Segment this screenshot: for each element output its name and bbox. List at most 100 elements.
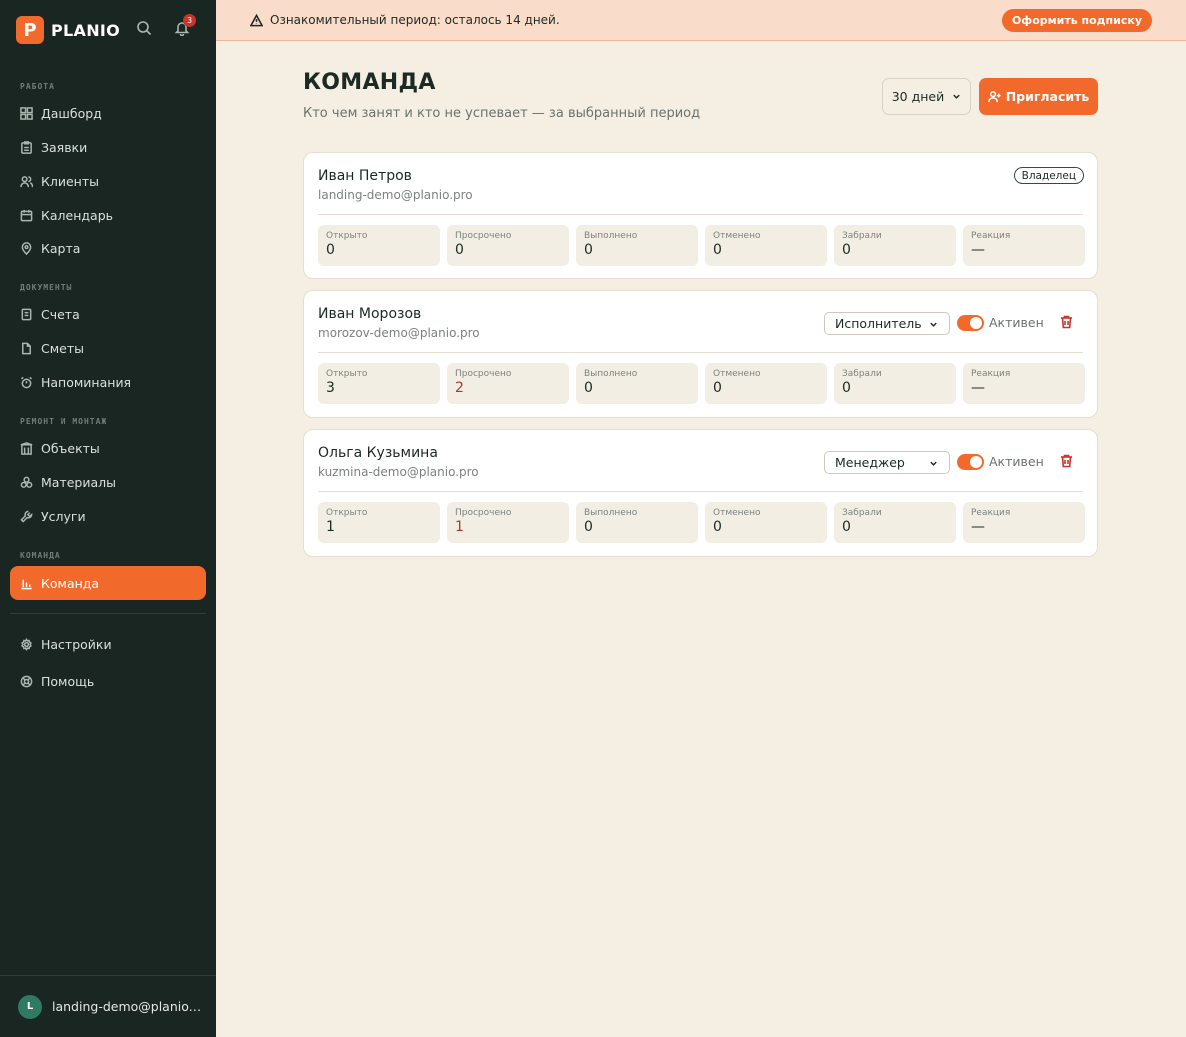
sidebar-item-objects[interactable]: Объекты [10, 432, 206, 464]
sidebar-item-dashboard[interactable]: Дашборд [10, 97, 206, 129]
card-divider [318, 214, 1083, 215]
sidebar-item-label: Клиенты [41, 173, 100, 189]
dashboard-icon [20, 106, 33, 120]
notifications-button[interactable]: 3 [172, 14, 196, 38]
card-divider [318, 352, 1083, 353]
sidebar-item-label: Заявки [41, 139, 88, 155]
clipboard-icon [21, 140, 32, 154]
sidebar: P PLANIO 3 РАБОТА Дашборд Заявки Клиенты… [0, 0, 216, 1037]
building-icon [20, 441, 33, 455]
sidebar-item-settings[interactable]: Настройки [10, 628, 206, 660]
member-email: morozov-demo@planio.pro [318, 326, 480, 340]
sidebar-item-label: Календарь [41, 207, 113, 223]
sidebar-item-label: Материалы [41, 474, 116, 490]
member-card: Ольга Кузьмина kuzmina-demo@planio.pro М… [303, 429, 1098, 557]
stat-taken: Забрали 0 [834, 363, 956, 404]
section-label-repair: РЕМОНТ И МОНТАЖ [20, 417, 108, 426]
stat-label: Реакция [971, 508, 1011, 518]
stat-value: 0 [842, 242, 851, 258]
boxes-icon [20, 476, 33, 488]
brand[interactable]: P PLANIO [16, 16, 120, 44]
invite-button[interactable]: Пригласить [979, 78, 1098, 115]
warning-icon [250, 13, 263, 26]
stat-label: Забрали [842, 508, 882, 518]
notification-count-badge: 3 [183, 14, 196, 27]
stat-done: Выполнено 0 [576, 225, 698, 266]
sidebar-item-requests[interactable]: Заявки [10, 131, 206, 163]
sidebar-item-team[interactable]: Команда [10, 566, 206, 600]
active-toggle[interactable] [957, 454, 984, 470]
stat-label: Реакция [971, 369, 1011, 379]
period-select-value: 30 дней [891, 89, 945, 104]
stat-value: 2 [455, 380, 464, 396]
member-stats: Открыто 1 Просрочено 1 Выполнено 0 Отменено… [318, 502, 1085, 543]
user-profile[interactable]: L landing-demo@planio.pro [0, 975, 216, 1037]
stat-label: Забрали [842, 369, 882, 379]
trial-banner: Ознакомительный период: осталось 14 дней… [216, 0, 1186, 41]
sidebar-item-help[interactable]: Помощь [10, 665, 206, 697]
sidebar-item-reminders[interactable]: Напоминания [10, 366, 206, 398]
stat-value: — [971, 380, 985, 396]
sidebar-item-calendar[interactable]: Календарь [10, 199, 206, 231]
stat-done: Выполнено 0 [576, 502, 698, 543]
stat-value: — [971, 519, 985, 535]
member-name: Иван Петров [318, 168, 412, 184]
stat-value: 0 [713, 519, 722, 535]
brand-name: PLANIO [51, 20, 121, 40]
sidebar-item-invoices[interactable]: Счета [10, 298, 206, 330]
stat-value: 0 [584, 380, 593, 396]
sidebar-item-label: Команда [41, 575, 100, 591]
card-divider [318, 491, 1083, 492]
sidebar-item-services[interactable]: Услуги [10, 500, 206, 532]
active-toggle[interactable] [957, 315, 984, 331]
sidebar-item-label: Услуги [41, 508, 86, 524]
sidebar-item-map[interactable]: Карта [10, 232, 206, 264]
stat-taken: Забрали 0 [834, 225, 956, 266]
invoice-icon [21, 308, 32, 320]
stat-label: Выполнено [584, 231, 638, 241]
sidebar-item-label: Настройки [41, 636, 112, 652]
role-select-value: Исполнитель [835, 316, 922, 331]
alarm-icon [20, 376, 33, 388]
chevron-down-icon [930, 322, 937, 327]
section-label-documents: ДОКУМЕНТЫ [20, 283, 73, 292]
member-stats: Открыто 0 Просрочено 0 Выполнено 0 Отменено… [318, 225, 1085, 266]
delete-member-button[interactable] [1059, 314, 1073, 330]
period-select[interactable]: 30 дней [882, 78, 971, 115]
stat-open: Открыто 0 [318, 225, 440, 266]
member-name: Ольга Кузьмина [318, 445, 438, 461]
sidebar-item-label: Сметы [41, 340, 84, 356]
role-select[interactable]: Менеджер [824, 451, 950, 474]
stat-value: 0 [455, 242, 464, 258]
stat-label: Открыто [326, 369, 368, 379]
map-pin-icon [21, 241, 32, 255]
sidebar-item-materials[interactable]: Материалы [10, 466, 206, 498]
role-select[interactable]: Исполнитель [824, 312, 950, 335]
trash-icon [1060, 454, 1072, 468]
stat-value: 3 [326, 380, 335, 396]
member-email: kuzmina-demo@planio.pro [318, 465, 479, 479]
stat-label: Отменено [713, 231, 761, 241]
search-button[interactable] [134, 18, 154, 38]
stat-reaction: Реакция — [963, 225, 1085, 266]
chevron-down-icon [930, 461, 937, 466]
stat-cancelled: Отменено 0 [705, 363, 827, 404]
user-plus-icon [987, 91, 1001, 103]
sidebar-item-label: Счета [41, 306, 80, 322]
page-subtitle: Кто чем занят и кто не успевает — за выб… [303, 106, 701, 121]
sidebar-item-clients[interactable]: Клиенты [10, 165, 206, 197]
stat-reaction: Реакция — [963, 363, 1085, 404]
page-title: КОМАНДА [303, 70, 436, 95]
member-email: landing-demo@planio.pro [318, 188, 473, 202]
avatar: L [18, 994, 42, 1019]
delete-member-button[interactable] [1059, 453, 1073, 469]
stat-value: 1 [455, 519, 464, 535]
stat-cancelled: Отменено 0 [705, 502, 827, 543]
calendar-icon [20, 209, 33, 221]
role-select-value: Менеджер [835, 455, 905, 470]
sidebar-item-label: Помощь [41, 673, 95, 689]
stat-label: Отменено [713, 369, 761, 379]
subscribe-button[interactable]: Оформить подписку [1001, 9, 1152, 32]
sidebar-item-estimates[interactable]: Сметы [10, 332, 206, 364]
member-stats: Открыто 3 Просрочено 2 Выполнено 0 Отменено… [318, 363, 1085, 404]
